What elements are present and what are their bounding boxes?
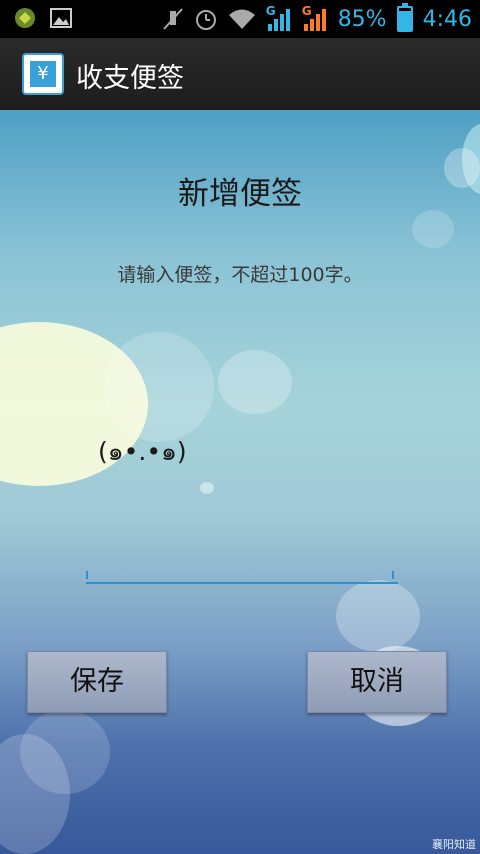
notification-icon xyxy=(15,8,35,28)
background-bokeh xyxy=(412,210,454,248)
background-bokeh xyxy=(104,332,214,442)
note-input[interactable] xyxy=(86,500,398,584)
input-underline-tick xyxy=(392,571,394,579)
signal-icon: G xyxy=(302,4,328,32)
input-underline-tick xyxy=(86,571,88,579)
page-title: 新增便签 xyxy=(178,176,302,212)
watermark: 襄阳知道 xyxy=(432,838,476,851)
alarm-icon xyxy=(195,10,216,30)
battery-percent: 85% xyxy=(337,6,387,32)
cancel-button[interactable]: 取消 xyxy=(307,651,447,713)
signal-icon: G xyxy=(266,4,292,32)
status-bar: G G 85% 4:46 xyxy=(0,0,480,38)
background-bokeh xyxy=(200,482,214,494)
input-hint: 请输入便签，不超过100字。 xyxy=(117,264,363,286)
app-title: 收支便签 xyxy=(76,63,184,94)
action-bar: ¥ 收支便签 xyxy=(0,38,480,112)
wifi-icon xyxy=(228,9,255,29)
note-input-text: (๑•.•๑) xyxy=(98,437,187,466)
yen-icon: ¥ xyxy=(30,61,56,87)
note-editor: 新增便签 请输入便签，不超过100字。 (๑•.•๑) 保存 取消 襄阳知道 xyxy=(0,110,480,854)
background-bokeh xyxy=(218,350,292,414)
clock: 4:46 xyxy=(422,6,472,32)
mute-icon xyxy=(162,8,183,30)
background-bokeh xyxy=(336,580,420,652)
battery-icon xyxy=(396,3,413,32)
save-button[interactable]: 保存 xyxy=(27,651,167,713)
image-icon xyxy=(50,8,72,28)
app-icon[interactable]: ¥ xyxy=(22,53,64,95)
